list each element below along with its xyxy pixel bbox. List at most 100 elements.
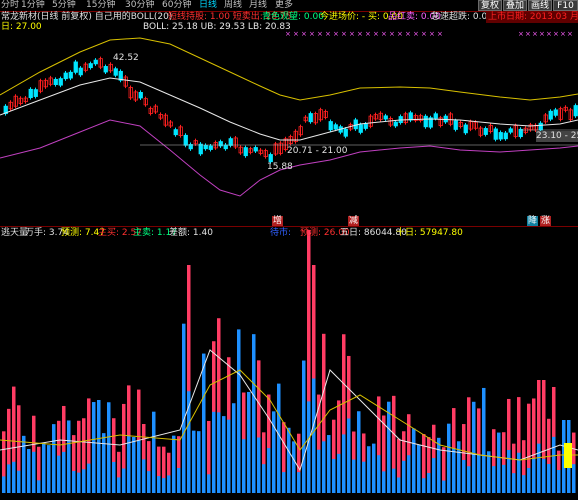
- draw-line-button[interactable]: 画线: [528, 0, 552, 11]
- period-tab-bar: 分时 1分钟 5分钟 15分钟 30分钟 60分钟 日线 周线 月线 更多 复权…: [0, 0, 578, 11]
- tab-30min[interactable]: 30分钟: [125, 0, 154, 11]
- volume-bar-lower: [257, 437, 261, 493]
- signal-marker: ×: [518, 30, 524, 38]
- signal-marker: ×: [365, 30, 371, 38]
- candle-body: [548, 110, 553, 120]
- candle-body: [28, 88, 33, 99]
- volume-bar-lower: [247, 442, 251, 493]
- f10-button[interactable]: F10: [553, 0, 578, 11]
- volume-bar-lower: [327, 467, 331, 493]
- volume-bar-lower: [492, 466, 496, 493]
- tab-1min[interactable]: 1分钟: [21, 0, 45, 11]
- candle-body: [518, 128, 523, 138]
- signal-marker: ×: [309, 30, 315, 38]
- candle-body: [78, 67, 83, 76]
- signal-marker: ×: [349, 30, 355, 38]
- volume-bar-lower: [497, 475, 501, 493]
- candle-body: [53, 78, 58, 85]
- volume-bar-lower: [322, 441, 326, 493]
- volume-bar-lower: [452, 448, 456, 493]
- candle-body: [68, 71, 73, 79]
- volume-bar-lower: [522, 475, 526, 493]
- candle-body: [223, 144, 228, 150]
- volume-bar-lower: [377, 455, 381, 493]
- volume-bar-lower: [252, 436, 256, 493]
- tab-more[interactable]: 更多: [275, 0, 293, 11]
- volume-bar-lower: [437, 463, 441, 493]
- overlay-button[interactable]: 叠加: [503, 0, 527, 11]
- volume-bar-lower: [347, 418, 351, 493]
- volume-bar-lower: [427, 473, 431, 493]
- volume-bar-lower: [97, 458, 101, 493]
- volume-bar-lower: [107, 469, 111, 493]
- candle-body: [208, 145, 213, 150]
- volume-bar-lower: [182, 443, 186, 493]
- volume-bar-lower: [417, 475, 421, 493]
- volume-bar-lower: [517, 452, 521, 493]
- fuquan-button[interactable]: 复权: [478, 0, 502, 11]
- candle-body: [463, 124, 468, 134]
- volume-bar-lower: [172, 462, 176, 493]
- tab-60min[interactable]: 60分钟: [162, 0, 191, 11]
- tab-15min[interactable]: 15分钟: [86, 0, 115, 11]
- volume-bar-lower: [157, 476, 161, 493]
- volume-bar-lower: [127, 436, 131, 493]
- tab-weekly[interactable]: 周线: [224, 0, 242, 11]
- candle-body: [498, 132, 503, 140]
- volume-bar-lower: [232, 452, 236, 493]
- candle-body: [183, 134, 188, 146]
- tab-fenshi[interactable]: 分时: [1, 0, 19, 11]
- volume-bar-lower: [507, 449, 511, 493]
- candle-body: [253, 147, 258, 152]
- volume-bar-lower: [122, 468, 126, 493]
- volume-bar-lower: [37, 480, 41, 493]
- volume-bar-lower: [372, 468, 376, 493]
- volume-bar-lower: [537, 443, 541, 493]
- tab-5min[interactable]: 5分钟: [52, 0, 76, 11]
- candle-body: [228, 138, 233, 146]
- volume-bar-lower: [307, 401, 311, 493]
- volume-bar-lower: [137, 440, 141, 493]
- volume-bar-lower: [527, 468, 531, 493]
- volume-marker-yellow: [564, 443, 572, 468]
- candle-body: [483, 128, 488, 135]
- volume-bar-lower: [202, 447, 206, 493]
- volume-bar-lower: [392, 468, 396, 493]
- tab-monthly[interactable]: 月线: [249, 0, 267, 11]
- volume-bar-lower: [502, 464, 506, 493]
- volume-bar-lower: [152, 457, 156, 493]
- volume-bar-lower: [197, 473, 201, 493]
- tab-daily[interactable]: 日线: [199, 0, 217, 11]
- candle-body: [333, 124, 338, 130]
- volume-bar-lower: [167, 475, 171, 493]
- volume-bar-lower: [212, 411, 216, 493]
- candle-body: [58, 78, 63, 86]
- volume-bar-lower: [312, 378, 316, 493]
- volume-bar-lower: [362, 461, 366, 493]
- listing-date-badge: 上市日期: 2013.03 月: [486, 12, 578, 23]
- candle-body: [408, 112, 413, 121]
- volume-bar-lower: [147, 471, 151, 493]
- candle-body: [423, 115, 428, 128]
- candle-body: [433, 113, 438, 119]
- volume-bar-lower: [487, 475, 491, 493]
- volume-bar-lower: [567, 464, 571, 493]
- volume-bar-lower: [72, 471, 76, 493]
- candle-body: [538, 122, 543, 131]
- volume-bar-lower: [92, 457, 96, 493]
- range-right-label: 23.10 - 25.85: [536, 131, 578, 142]
- volume-bar-lower: [542, 458, 546, 493]
- volume-bar-lower: [282, 472, 286, 493]
- volume-bar-lower: [57, 455, 61, 493]
- volume-bar-lower: [142, 459, 146, 493]
- volume-pending: 待市:: [270, 228, 292, 238]
- candle-body: [103, 66, 108, 73]
- volume-bar-lower: [532, 457, 536, 493]
- volume-bar-lower: [552, 436, 556, 493]
- signal-marker: ×: [301, 30, 307, 38]
- volume-bar-lower: [272, 453, 276, 493]
- boll-upper-line: [0, 37, 578, 101]
- signal-marker: ×: [325, 30, 331, 38]
- volume-bar-lower: [442, 480, 446, 493]
- candle-body: [503, 132, 508, 140]
